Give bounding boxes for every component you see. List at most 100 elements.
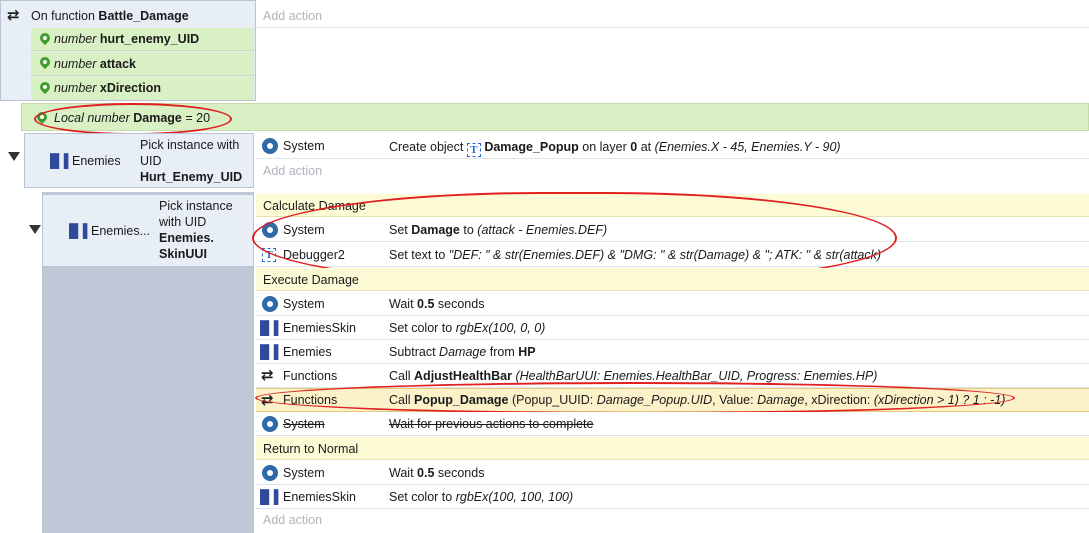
gear-icon	[262, 296, 278, 312]
condition-param: Enemies.	[159, 231, 214, 245]
action-row[interactable]: █▐ EnemiesSkin Set color to rgbEx(100, 0…	[256, 316, 1089, 340]
group-header[interactable]: Execute Damage	[256, 268, 1089, 291]
action-text: Set color to rgbEx(100, 0, 0)	[389, 317, 545, 339]
param-label: number hurt_enemy_UID	[54, 28, 199, 51]
action-value: 0.5	[417, 466, 435, 480]
action-text: Wait 0.5 seconds	[389, 462, 484, 484]
event1-condition-block[interactable]: █▐ Enemies Pick instance with UID Hurt_E…	[24, 133, 254, 188]
annotation-circle	[34, 103, 232, 135]
param-name: xDirection	[99, 81, 162, 95]
loop-arrows-icon: ⇄	[7, 7, 20, 24]
event1-object-name: Enemies	[72, 154, 121, 168]
action-object: EnemiesSkin	[283, 321, 356, 335]
gear-icon	[262, 465, 278, 481]
param-type: number	[54, 57, 97, 71]
action-mid: from	[489, 345, 515, 359]
action-object: System	[283, 297, 325, 311]
action-target: Damage_Popup	[484, 140, 579, 154]
action-expr: Damage	[439, 345, 487, 359]
condition-param: Hurt_Enemy_UID	[140, 170, 243, 184]
action-prefix: Subtract	[389, 345, 436, 359]
group-title: Return to Normal	[263, 442, 359, 456]
action-text: Wait 0.5 seconds	[389, 293, 484, 315]
param-row[interactable]: number xDirection	[31, 77, 254, 100]
action-target: AdjustHealthBar	[414, 369, 512, 383]
action-row-disabled[interactable]: System Wait for previous actions to comp…	[256, 412, 1089, 436]
gear-icon	[262, 138, 278, 154]
action-row[interactable]: System Wait 0.5 seconds	[256, 461, 1089, 485]
action-prefix: Wait	[389, 297, 414, 311]
action-prefix: Set color to	[389, 321, 453, 335]
action-value: 0.5	[417, 297, 435, 311]
action-prefix: Create object	[389, 140, 464, 154]
action-expr: rgbEx(100, 100, 100)	[455, 490, 574, 504]
add-action-link[interactable]: Add action	[263, 5, 322, 27]
condition-line: Pick instance	[159, 199, 233, 213]
condition-line: with UID	[159, 215, 207, 229]
group-header[interactable]: Return to Normal	[256, 437, 1089, 460]
function-title[interactable]: On function Battle_Damage	[31, 5, 189, 27]
map-pin-icon	[37, 30, 53, 46]
action-prefix: Wait	[389, 466, 414, 480]
gear-icon	[262, 416, 278, 432]
event2-condition-text: Pick instance with UID Enemies. SkinUUI	[159, 198, 233, 262]
event2-object-name: Enemies...	[91, 224, 151, 238]
condition-line: Pick instance with	[140, 138, 240, 152]
action-mid: on layer	[582, 140, 627, 154]
param-label: number xDirection	[54, 77, 161, 100]
action-object: System	[283, 139, 325, 153]
action-prefix: Call	[389, 369, 411, 383]
action-object: EnemiesSkin	[283, 490, 356, 504]
event2-condition-block[interactable]: █▐ Enemies... Pick instance with UID Ene…	[42, 194, 254, 267]
condition-line: UID	[140, 154, 162, 168]
action-row[interactable]: System Wait 0.5 seconds	[256, 292, 1089, 316]
action-row[interactable]: System Create object T Damage_Popup on l…	[256, 133, 1089, 159]
space-invader-icon: █▐	[69, 223, 88, 238]
function-header-area	[256, 0, 1089, 28]
action-text: Subtract Damage from HP	[389, 341, 536, 363]
annotation-circle	[255, 382, 1015, 414]
action-coords: (Enemies.X - 45, Enemies.Y - 90)	[654, 140, 841, 154]
action-object: Enemies	[283, 345, 332, 359]
action-args: (HealthBarUUI: Enemies.HealthBar_UID, Pr…	[515, 369, 878, 383]
loop-arrows-icon: ⇄	[261, 367, 274, 384]
param-type: number	[54, 81, 97, 95]
param-label: number attack	[54, 52, 136, 76]
action-text: Set color to rgbEx(100, 100, 100)	[389, 486, 573, 508]
action-at: at	[640, 140, 652, 154]
action-object: System	[283, 417, 325, 431]
action-target: HP	[518, 345, 536, 359]
function-title-prefix: On function	[31, 9, 95, 23]
param-row[interactable]: number hurt_enemy_UID	[31, 28, 254, 51]
action-text: Create object T Damage_Popup on layer 0 …	[389, 136, 841, 158]
action-object: System	[283, 466, 325, 480]
map-pin-icon	[37, 79, 53, 95]
group-title: Execute Damage	[263, 273, 359, 287]
space-invader-icon: █▐	[260, 320, 279, 335]
map-pin-icon	[37, 54, 53, 70]
action-layer: 0	[630, 140, 638, 154]
action-row[interactable]: █▐ EnemiesSkin Set color to rgbEx(100, 1…	[256, 485, 1089, 509]
action-prefix: Set color to	[389, 490, 453, 504]
add-action-link[interactable]: Add action	[263, 509, 322, 531]
action-object: Functions	[283, 369, 338, 383]
param-name: hurt_enemy_UID	[99, 32, 200, 46]
action-suffix: seconds	[437, 297, 485, 311]
param-name: attack	[99, 57, 137, 71]
event1-condition-text: Pick instance with UID Hurt_Enemy_UID	[140, 137, 242, 185]
action-suffix: seconds	[437, 466, 485, 480]
text-object-icon: T	[466, 143, 481, 157]
param-row[interactable]: number attack	[31, 52, 254, 76]
action-expr: rgbEx(100, 0, 0)	[455, 321, 546, 335]
param-type: number	[54, 32, 97, 46]
triangle-down-icon[interactable]	[8, 152, 20, 161]
action-text: Wait for previous actions to complete	[389, 417, 594, 431]
event2-condition-spacer	[60, 267, 254, 533]
triangle-down-icon[interactable]	[29, 225, 41, 234]
action-row[interactable]: █▐ Enemies Subtract Damage from HP	[256, 340, 1089, 364]
space-invader-icon: █▐	[260, 489, 279, 504]
function-name: Battle_Damage	[98, 9, 189, 23]
space-invader-icon: █▐	[260, 344, 279, 359]
add-action-link[interactable]: Add action	[263, 160, 322, 182]
space-invader-icon: █▐	[50, 153, 69, 168]
